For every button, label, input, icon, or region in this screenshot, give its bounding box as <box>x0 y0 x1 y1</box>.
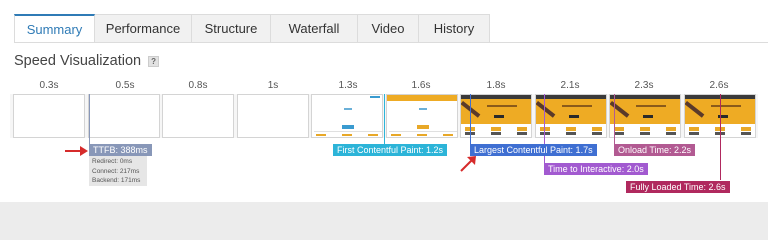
lcp-label: Largest Contentful Paint: 1.7s <box>470 144 597 156</box>
tab-divider <box>14 42 768 43</box>
section-title: Speed Visualization <box>14 53 142 69</box>
lcp-marker-line <box>470 94 471 144</box>
ttfb-backend: Backend: 171ms <box>92 177 141 184</box>
timeline-labels: 0.3s 0.5s 0.8s 1s 1.3s 1.6s 1.8s 2.1s 2.… <box>0 80 768 92</box>
onload-marker-line <box>614 94 615 144</box>
tab-video[interactable]: Video <box>358 14 419 43</box>
filmstrip-frame-blank[interactable] <box>13 94 85 138</box>
ttfb-breakdown: Redirect: 0ms Connect: 217ms Backend: 17… <box>89 156 147 186</box>
time-label: 0.8s <box>188 80 208 91</box>
page-thumbnail <box>387 95 457 137</box>
filmstrip-frame-full[interactable] <box>609 94 681 138</box>
time-label: 2.6s <box>709 80 729 91</box>
fully-loaded-label: Fully Loaded Time: 2.6s <box>626 181 730 193</box>
page-thumbnail <box>536 95 606 137</box>
time-label: 0.3s <box>39 80 59 91</box>
tab-summary[interactable]: Summary <box>14 14 95 43</box>
time-label: 1.3s <box>338 80 358 91</box>
page-thumbnail <box>461 95 531 137</box>
arrow-right-icon <box>65 146 88 156</box>
section-header: Speed Visualization ? <box>14 53 160 69</box>
time-label: 1.8s <box>486 80 506 91</box>
fcp-label: First Contentful Paint: 1.2s <box>333 144 448 156</box>
tab-history[interactable]: History <box>419 14 490 43</box>
filmstrip-frame-blank[interactable] <box>162 94 234 138</box>
speed-panel: Summary Performance Structure Waterfall … <box>0 0 768 202</box>
filmstrip-frame-banner[interactable] <box>386 94 458 138</box>
tti-label: Time to Interactive: 2.0s <box>544 163 648 175</box>
filmstrip-frame-partial[interactable] <box>311 94 383 138</box>
fully-loaded-marker-line <box>720 94 721 180</box>
tab-structure[interactable]: Structure <box>192 14 271 43</box>
onload-label: Onload Time: 2.2s <box>614 144 696 156</box>
tab-bar: Summary Performance Structure Waterfall … <box>14 14 490 43</box>
filmstrip-frame-full[interactable] <box>535 94 607 138</box>
tab-waterfall[interactable]: Waterfall <box>271 14 358 43</box>
filmstrip-frame-blank[interactable] <box>237 94 309 138</box>
arrow-up-right-icon <box>460 156 476 172</box>
page-thumbnail <box>610 95 680 137</box>
time-label: 0.5s <box>115 80 135 91</box>
time-label: 2.3s <box>634 80 654 91</box>
ttfb-redirect: Redirect: 0ms <box>92 158 133 165</box>
page-thumbnail-partial <box>312 95 382 137</box>
ttfb-connect: Connect: 217ms <box>92 167 140 175</box>
fcp-marker-line <box>384 94 385 144</box>
time-label: 1.6s <box>411 80 431 91</box>
filmstrip-frame-blank[interactable] <box>88 94 160 138</box>
time-label: 1s <box>267 80 279 91</box>
ttfb-label: TTFB: 388ms <box>89 144 152 156</box>
help-icon[interactable]: ? <box>148 55 160 67</box>
ttfb-marker-line <box>89 94 90 144</box>
time-label: 2.1s <box>560 80 580 91</box>
tab-performance[interactable]: Performance <box>95 14 192 43</box>
